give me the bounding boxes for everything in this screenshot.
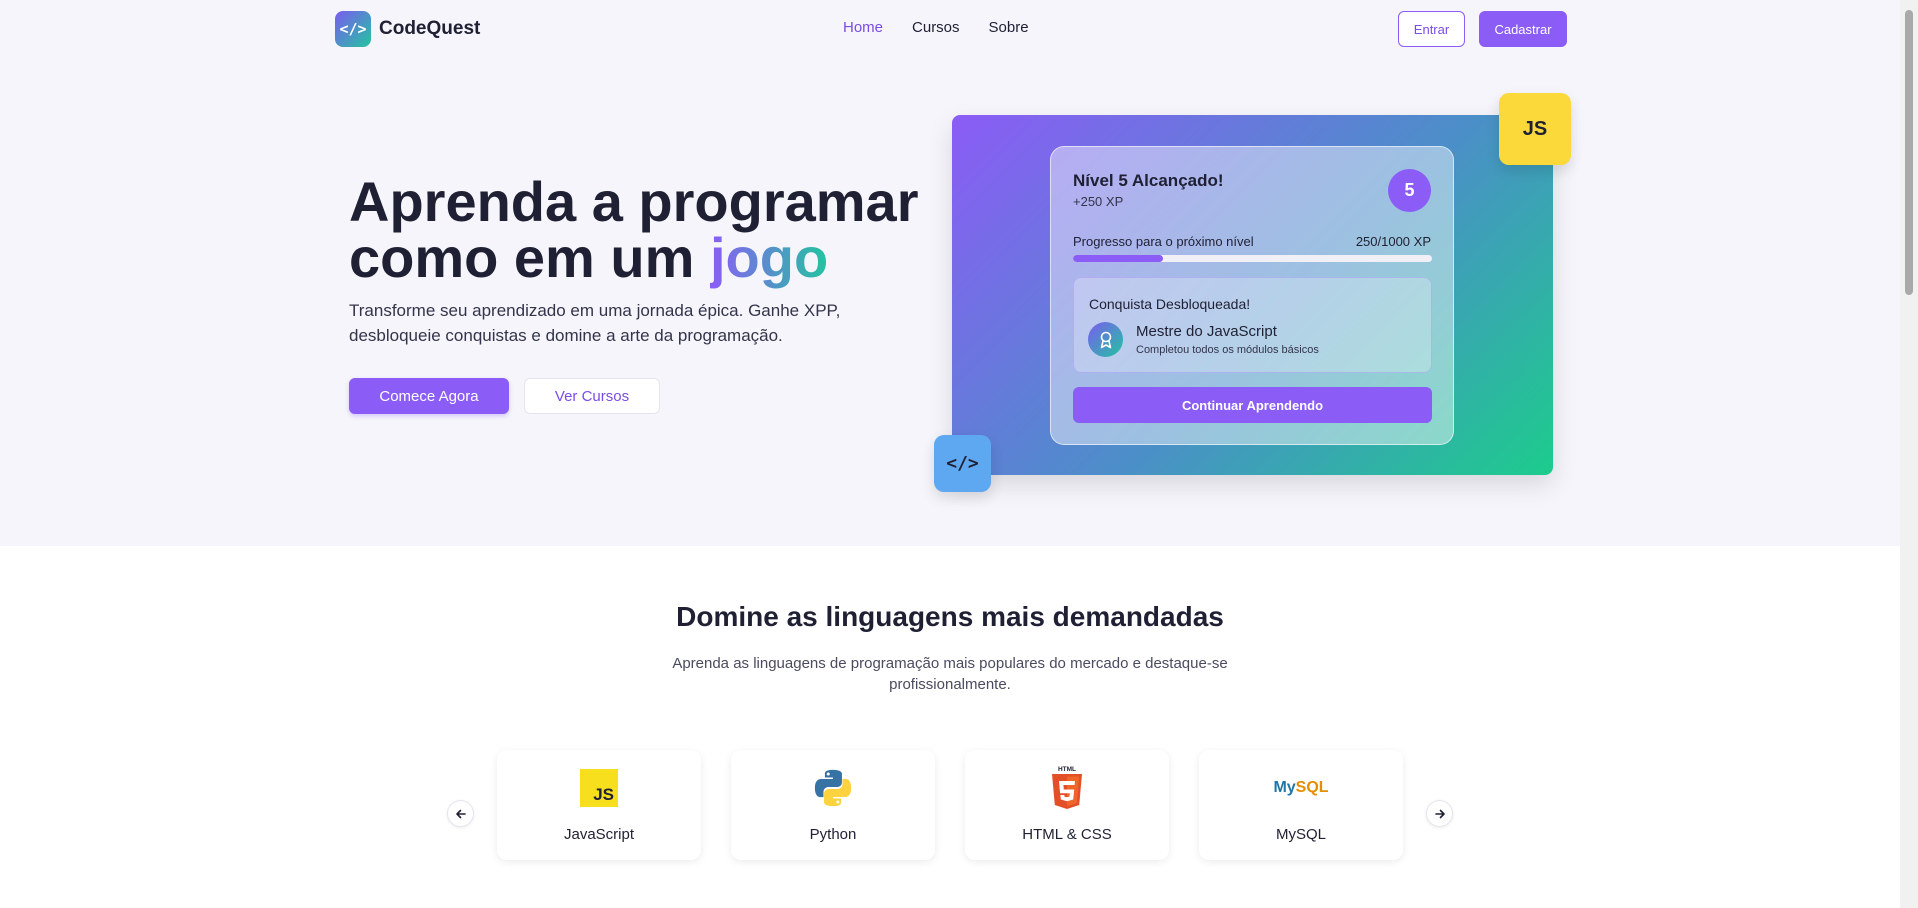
achievement-heading: Conquista Desbloqueada!: [1089, 296, 1251, 312]
nav-item-sobre[interactable]: Sobre: [989, 19, 1029, 36]
progress-bar-fill: [1073, 255, 1163, 262]
hero-subtitle: Transforme seu aprendizado em uma jornad…: [349, 301, 841, 345]
javascript-icon: JS: [579, 768, 619, 808]
languages-section-subtitle: Aprenda as linguagens de programação mai…: [672, 655, 1228, 693]
main-nav: Home Cursos Sobre: [843, 19, 1029, 36]
progress-bar: [1073, 255, 1432, 262]
login-button[interactable]: Entrar: [1398, 11, 1465, 47]
level-badge: 5: [1388, 169, 1431, 212]
level-up-card: Nível 5 Alcançado! +250 XP 5 Progresso p…: [1050, 146, 1454, 445]
python-icon: [813, 768, 853, 808]
hero-title-line1: Aprenda a programar: [349, 170, 919, 233]
level-title: Nível 5 Alcançado!: [1073, 171, 1224, 190]
page-scrollbar[interactable]: [1900, 0, 1918, 908]
view-courses-button[interactable]: Ver Cursos: [524, 378, 660, 414]
html5-icon: HTML: [1047, 766, 1087, 809]
achievement-description: Completou todos os módulos básicos: [1136, 344, 1319, 356]
language-name: Python: [809, 826, 857, 843]
mysql-icon: MySQL: [1273, 779, 1329, 796]
hero-title-line2: como em um: [349, 226, 710, 289]
progress-value: 250/1000 XP: [1355, 234, 1431, 249]
nav-item-home[interactable]: Home: [843, 19, 883, 36]
code-badge-icon: </>: [934, 435, 991, 492]
js-badge-icon: JS: [1499, 93, 1571, 165]
arrow-right-icon: [1434, 809, 1445, 818]
top-navbar: </> CodeQuest Home Cursos Sobre Entrar C…: [0, 0, 1900, 58]
brand-name: CodeQuest: [379, 18, 481, 39]
progress-label: Progresso para o próximo nível: [1073, 234, 1254, 249]
language-card-javascript[interactable]: JS JavaScript: [497, 750, 701, 860]
language-card-mysql[interactable]: MySQL MySQL: [1199, 750, 1403, 860]
xp-gain: +250 XP: [1073, 194, 1124, 209]
language-name: HTML & CSS: [1022, 826, 1112, 843]
medal-icon: [1088, 322, 1123, 357]
achievement-name: Mestre do JavaScript: [1136, 323, 1277, 340]
carousel-next-button[interactable]: [1426, 800, 1453, 827]
signup-button[interactable]: Cadastrar: [1479, 11, 1567, 47]
carousel-prev-button[interactable]: [447, 800, 474, 827]
scrollbar-thumb[interactable]: [1905, 10, 1913, 295]
language-card-python[interactable]: Python: [731, 750, 935, 860]
continue-learning-button[interactable]: Continuar Aprendendo: [1073, 387, 1432, 423]
language-name: JavaScript: [563, 826, 635, 843]
code-brackets-icon: </>: [335, 11, 371, 47]
nav-item-cursos[interactable]: Cursos: [912, 19, 960, 36]
svg-text:HTML: HTML: [1058, 766, 1076, 773]
hero-title: Aprenda a programar como em um jogo: [349, 174, 949, 286]
hero-title-accent: jogo: [709, 226, 829, 289]
language-name: MySQL: [1275, 826, 1326, 843]
brand-logo[interactable]: </> CodeQuest: [335, 11, 480, 47]
language-card-html-css[interactable]: HTML HTML & CSS: [965, 750, 1169, 860]
achievement-box: Conquista Desbloqueada! Mestre do JavaSc…: [1073, 277, 1432, 373]
languages-section-title: Domine as linguagens mais demandadas: [676, 601, 1224, 632]
arrow-left-icon: [455, 809, 466, 818]
start-now-button[interactable]: Comece Agora: [349, 378, 509, 414]
